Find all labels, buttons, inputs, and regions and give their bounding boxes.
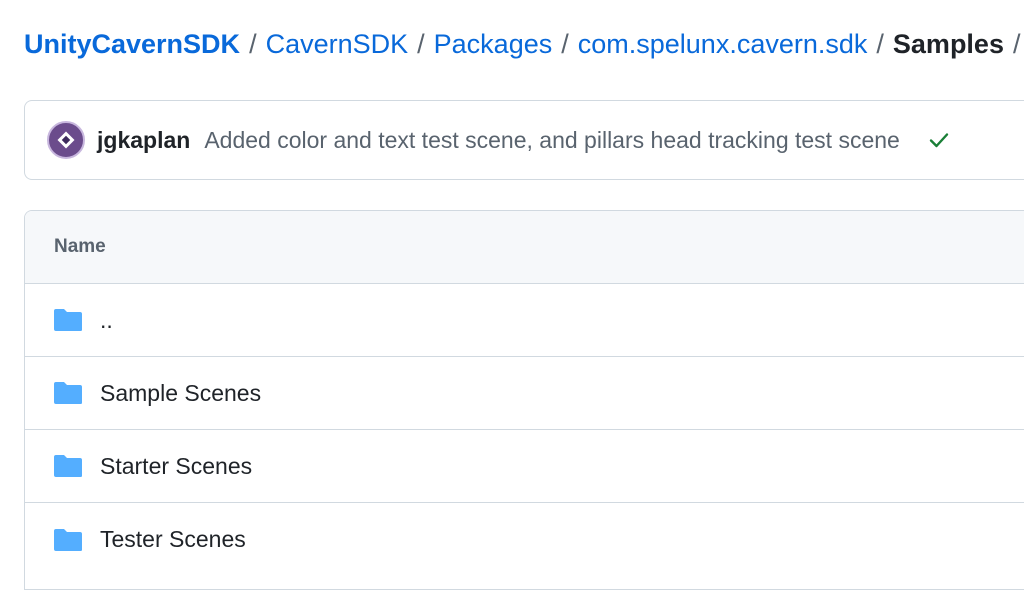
breadcrumb-separator: / [561, 28, 569, 59]
latest-commit-bar: jgkaplan Added color and text test scene… [24, 100, 1024, 180]
breadcrumb-separator: / [417, 28, 425, 59]
breadcrumb-link-package[interactable]: com.spelunx.cavern.sdk [578, 29, 868, 60]
breadcrumb-link-repo[interactable]: UnityCavernSDK [24, 29, 240, 60]
commit-message-link[interactable]: Added color and text test scene, and pil… [204, 127, 900, 154]
avatar[interactable] [47, 121, 85, 159]
avatar-diamond-icon [57, 131, 75, 149]
folder-icon [54, 454, 82, 478]
folder-icon [54, 308, 82, 332]
file-table: Name .. Sample Scenes Starter Scenes Tes… [24, 210, 1024, 590]
breadcrumb-link-cavernsdk[interactable]: CavernSDK [266, 29, 409, 60]
row-link[interactable]: Tester Scenes [100, 526, 246, 553]
breadcrumb-current: Samples [892, 28, 1004, 59]
breadcrumb-link-packages[interactable]: Packages [434, 29, 553, 60]
table-row-parent-directory[interactable]: .. [25, 284, 1024, 357]
table-row[interactable]: Starter Scenes [25, 430, 1024, 503]
folder-icon [54, 381, 82, 405]
table-row[interactable]: Sample Scenes [25, 357, 1024, 430]
row-link[interactable]: Sample Scenes [100, 380, 261, 407]
row-link[interactable]: .. [100, 307, 113, 334]
breadcrumb-separator: / [876, 28, 884, 59]
breadcrumb-separator: / [249, 28, 257, 59]
table-row[interactable]: Tester Scenes [25, 503, 1024, 576]
breadcrumb: UnityCavernSDK / CavernSDK / Packages / … [24, 24, 1024, 64]
commit-author-link[interactable]: jgkaplan [97, 127, 190, 154]
column-header-name: Name [25, 211, 1024, 284]
check-icon[interactable] [928, 129, 950, 151]
folder-icon [54, 528, 82, 552]
breadcrumb-separator: / [1012, 28, 1021, 59]
row-link[interactable]: Starter Scenes [100, 453, 252, 480]
